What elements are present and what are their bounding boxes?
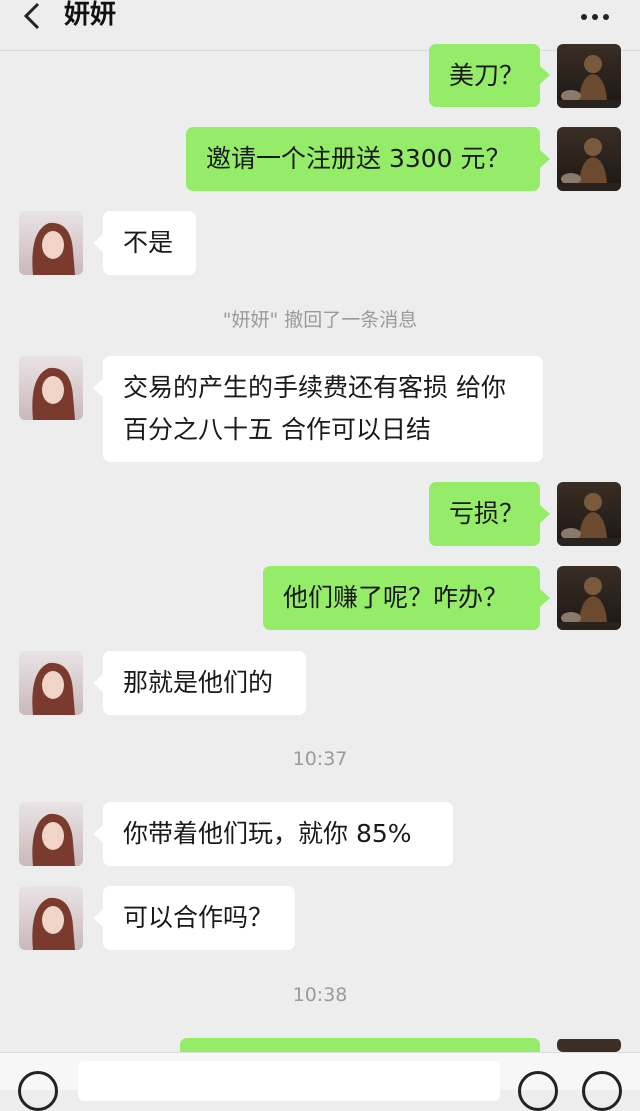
buddha-statue-avatar-icon xyxy=(557,127,621,191)
contact-avatar[interactable] xyxy=(19,651,83,715)
message-bubble-incoming[interactable]: 你带着他们玩，就你 85% xyxy=(103,802,453,866)
woman-portrait-avatar-icon xyxy=(19,651,83,715)
bubble-tail xyxy=(540,66,550,84)
buddha-statue-avatar-icon xyxy=(557,44,621,108)
more-dots-icon xyxy=(581,14,609,20)
bubble-tail xyxy=(540,589,550,607)
my-avatar[interactable] xyxy=(557,1038,621,1052)
woman-portrait-avatar-icon xyxy=(19,886,83,950)
message-bubble-outgoing[interactable]: 亏损？ xyxy=(429,482,540,546)
chat-header: 妍妍 xyxy=(0,0,640,51)
timestamp: 10:37 xyxy=(292,748,348,770)
woman-portrait-avatar-icon xyxy=(19,802,83,866)
bubble-tail xyxy=(93,674,103,692)
emoji-icon[interactable] xyxy=(518,1071,558,1111)
contact-avatar[interactable] xyxy=(19,211,83,275)
contact-avatar[interactable] xyxy=(19,356,83,420)
contact-avatar[interactable] xyxy=(19,886,83,950)
buddha-statue-avatar-icon xyxy=(557,566,621,630)
buddha-statue-avatar-icon xyxy=(557,1039,621,1052)
my-avatar[interactable] xyxy=(557,44,621,108)
message-bubble-incoming[interactable]: 可以合作吗？ xyxy=(103,886,295,950)
bubble-tail xyxy=(540,505,550,523)
more-button[interactable] xyxy=(580,8,610,20)
input-bar xyxy=(0,1052,640,1111)
chevron-left-icon xyxy=(23,2,40,30)
my-avatar[interactable] xyxy=(557,127,621,191)
buddha-statue-avatar-icon xyxy=(557,482,621,546)
plus-icon[interactable] xyxy=(582,1071,622,1111)
contact-avatar[interactable] xyxy=(19,802,83,866)
message-bubble-incoming[interactable]: 不是 xyxy=(103,211,196,275)
message-bubble-outgoing[interactable]: 美刀？ xyxy=(429,44,540,107)
message-bubble-outgoing[interactable]: 邀请一个注册送 3300 元？ xyxy=(186,127,540,191)
woman-portrait-avatar-icon xyxy=(19,356,83,420)
bubble-tail xyxy=(93,825,103,843)
back-button[interactable] xyxy=(18,0,48,34)
woman-portrait-avatar-icon xyxy=(19,211,83,275)
message-bubble-incoming[interactable]: 交易的产生的手续费还有客损 给你百分之八十五 合作可以日结 xyxy=(103,356,543,462)
bubble-tail xyxy=(540,150,550,168)
bubble-tail xyxy=(93,909,103,927)
my-avatar[interactable] xyxy=(557,566,621,630)
timestamp: 10:38 xyxy=(292,984,348,1006)
message-input[interactable] xyxy=(78,1061,500,1101)
message-bubble-outgoing[interactable]: 他们赚了呢？咋办？ xyxy=(263,566,540,630)
bubble-tail xyxy=(93,234,103,252)
recall-notice: "妍妍" 撤回了一条消息 xyxy=(222,309,418,331)
my-avatar[interactable] xyxy=(557,482,621,546)
bubble-tail xyxy=(93,379,103,397)
chat-title: 妍妍 xyxy=(64,0,117,30)
message-bubble-incoming[interactable]: 那就是他们的 xyxy=(103,651,306,715)
voice-icon[interactable] xyxy=(18,1071,58,1111)
